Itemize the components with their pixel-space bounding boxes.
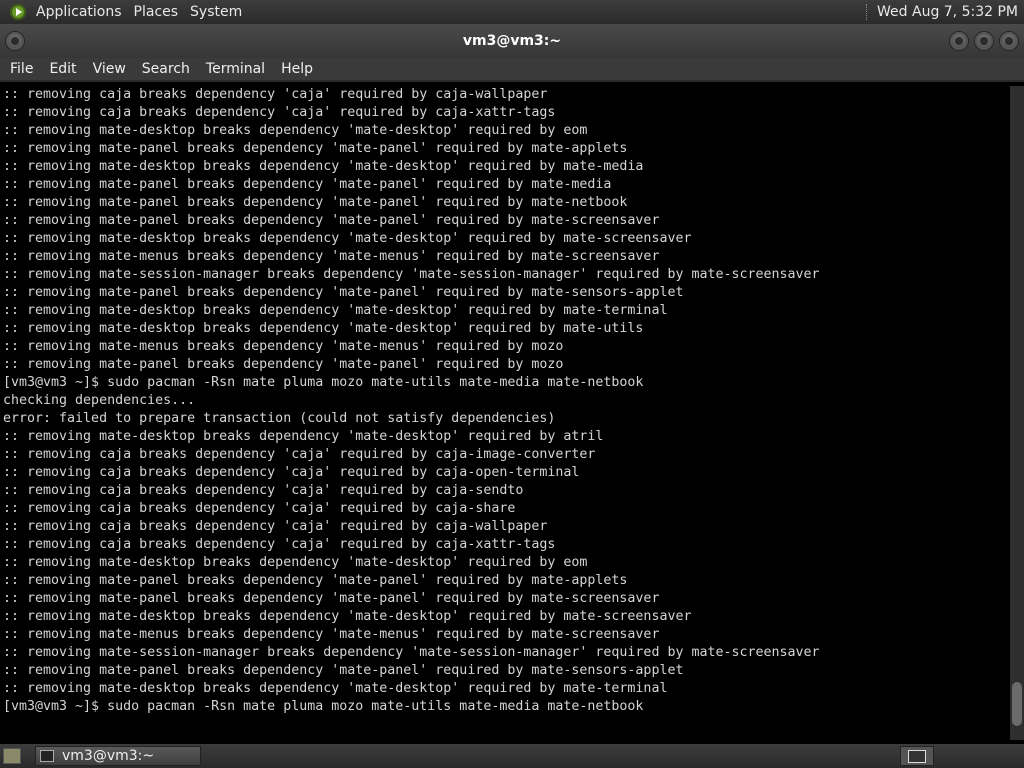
workspace-icon [908, 749, 926, 763]
terminal-menubar: File Edit View Search Terminal Help [0, 58, 1024, 82]
panel-separator [866, 4, 869, 20]
terminal-line: :: removing caja breaks dependency 'caja… [3, 87, 548, 102]
terminal-line: :: removing mate-panel breaks dependency… [3, 213, 660, 228]
maximize-button[interactable] [975, 32, 993, 50]
terminal-line: :: removing mate-desktop breaks dependen… [3, 321, 644, 336]
terminal-icon [40, 750, 54, 762]
taskbar-window-label: vm3@vm3:~ [62, 748, 155, 764]
applications-menu[interactable]: Applications [30, 4, 128, 20]
terminal-line: :: removing mate-desktop breaks dependen… [3, 159, 644, 174]
terminal-output: :: removing caja breaks dependency 'caja… [0, 86, 1010, 716]
system-menu[interactable]: System [184, 4, 248, 20]
terminal-line: :: removing mate-desktop breaks dependen… [3, 231, 692, 246]
terminal-line: :: removing mate-session-manager breaks … [3, 645, 820, 660]
window-title: vm3@vm3:~ [462, 33, 562, 49]
terminal-line: :: removing mate-panel breaks dependency… [3, 285, 684, 300]
workspace-switcher[interactable] [900, 746, 934, 766]
terminal-line: :: removing mate-panel breaks dependency… [3, 195, 628, 210]
menu-terminal[interactable]: Terminal [200, 61, 271, 77]
menu-view[interactable]: View [87, 61, 132, 77]
terminal-line: :: removing mate-panel breaks dependency… [3, 663, 684, 678]
top-panel: Applications Places System Wed Aug 7, 5:… [0, 0, 1024, 24]
terminal-line: :: removing mate-panel breaks dependency… [3, 141, 628, 156]
terminal-line: :: removing mate-desktop breaks dependen… [3, 609, 692, 624]
taskbar-window-button[interactable]: vm3@vm3:~ [35, 746, 201, 766]
terminal-line: [vm3@vm3 ~]$ sudo pacman -Rsn mate pluma… [3, 699, 644, 714]
terminal-line: :: removing mate-desktop breaks dependen… [3, 555, 588, 570]
window-titlebar[interactable]: vm3@vm3:~ [0, 24, 1024, 58]
terminal-line: [vm3@vm3 ~]$ sudo pacman -Rsn mate pluma… [3, 375, 644, 390]
terminal-line: :: removing mate-desktop breaks dependen… [3, 303, 668, 318]
menu-file[interactable]: File [4, 61, 39, 77]
terminal-line: :: removing caja breaks dependency 'caja… [3, 105, 556, 120]
terminal-line: checking dependencies... [3, 393, 196, 408]
terminal-line: :: removing caja breaks dependency 'caja… [3, 465, 580, 480]
terminal-line: :: removing mate-menus breaks dependency… [3, 339, 564, 354]
terminal-area[interactable]: :: removing caja breaks dependency 'caja… [0, 86, 1010, 740]
menu-help[interactable]: Help [275, 61, 319, 77]
terminal-line: :: removing caja breaks dependency 'caja… [3, 483, 524, 498]
scrollbar-thumb[interactable] [1012, 682, 1022, 726]
close-button[interactable] [1000, 32, 1018, 50]
terminal-line: :: removing mate-panel breaks dependency… [3, 591, 660, 606]
terminal-line: :: removing mate-desktop breaks dependen… [3, 123, 588, 138]
terminal-line: :: removing mate-desktop breaks dependen… [3, 429, 604, 444]
menu-search[interactable]: Search [136, 61, 196, 77]
terminal-line: :: removing caja breaks dependency 'caja… [3, 447, 596, 462]
terminal-line: :: removing caja breaks dependency 'caja… [3, 501, 516, 516]
terminal-line: :: removing mate-panel breaks dependency… [3, 177, 612, 192]
minimize-button[interactable] [950, 32, 968, 50]
terminal-line: :: removing mate-session-manager breaks … [3, 267, 820, 282]
clock[interactable]: Wed Aug 7, 5:32 PM [877, 4, 1024, 20]
terminal-scrollbar[interactable] [1010, 86, 1024, 740]
terminal-line: :: removing caja breaks dependency 'caja… [3, 537, 556, 552]
places-menu[interactable]: Places [128, 4, 185, 20]
terminal-line: error: failed to prepare transaction (co… [3, 411, 556, 426]
terminal-line: :: removing caja breaks dependency 'caja… [3, 519, 548, 534]
window-menu-button[interactable] [6, 32, 24, 50]
clock-area: Wed Aug 7, 5:32 PM [866, 0, 1024, 24]
show-desktop-icon[interactable] [3, 748, 21, 764]
terminal-line: :: removing mate-panel breaks dependency… [3, 357, 564, 372]
bottom-panel: vm3@vm3:~ [0, 744, 1024, 768]
terminal-line: :: removing mate-menus breaks dependency… [3, 249, 660, 264]
terminal-line: :: removing mate-menus breaks dependency… [3, 627, 660, 642]
terminal-line: :: removing mate-panel breaks dependency… [3, 573, 628, 588]
mate-logo-icon[interactable] [10, 4, 26, 20]
menu-edit[interactable]: Edit [43, 61, 82, 77]
terminal-line: :: removing mate-desktop breaks dependen… [3, 681, 668, 696]
